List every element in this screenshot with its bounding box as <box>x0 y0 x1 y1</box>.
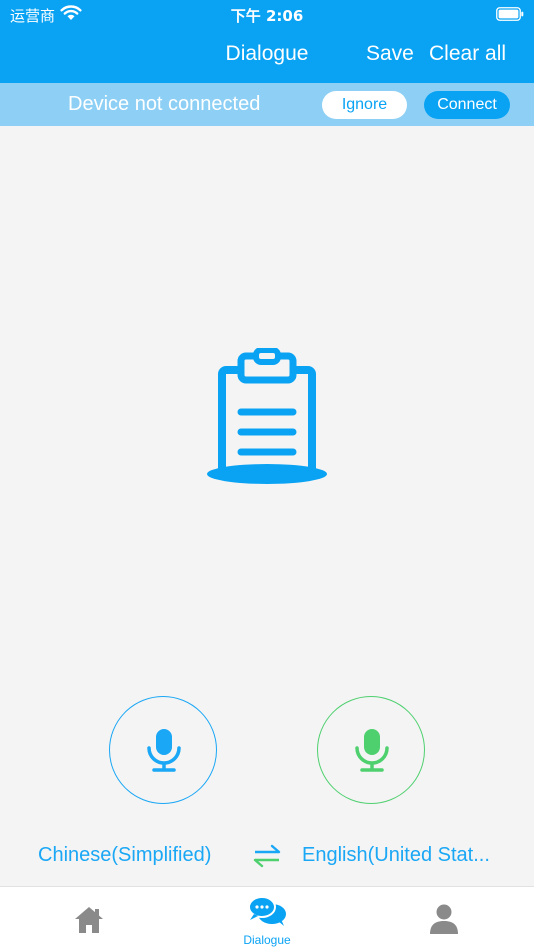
tab-home[interactable] <box>60 887 118 950</box>
save-button[interactable]: Save <box>366 42 414 66</box>
source-language-mic-button[interactable] <box>109 696 217 804</box>
target-language-mic-button[interactable] <box>317 696 425 804</box>
connect-button[interactable]: Connect <box>424 91 510 119</box>
page-title: Dialogue <box>225 42 309 65</box>
connection-status-text: Device not connected <box>68 93 261 115</box>
tab-bar: Dialogue <box>0 886 534 950</box>
top-bar: 运营商 下午 2:06 Dialogue Save Clear all <box>0 0 534 83</box>
status-time: 下午 2:06 <box>230 7 304 25</box>
battery-icon <box>496 7 524 21</box>
status-bar: 运营商 下午 2:06 <box>0 0 534 28</box>
chat-bubbles-icon <box>248 896 286 926</box>
target-language-selector[interactable]: English(United Stat... <box>302 844 490 867</box>
swap-languages-icon[interactable] <box>252 843 282 869</box>
home-icon <box>75 907 103 933</box>
tab-profile[interactable] <box>416 887 474 950</box>
clipboard-icon <box>207 348 327 484</box>
clear-all-button[interactable]: Clear all <box>429 42 506 66</box>
microphone-icon <box>147 729 181 772</box>
person-icon <box>430 904 458 934</box>
source-language-selector[interactable]: Chinese(Simplified) <box>38 844 211 867</box>
tab-dialogue[interactable]: Dialogue <box>227 887 307 950</box>
ignore-button[interactable]: Ignore <box>322 91 407 119</box>
microphone-icon <box>355 729 389 772</box>
tab-dialogue-label: Dialogue <box>243 933 291 947</box>
